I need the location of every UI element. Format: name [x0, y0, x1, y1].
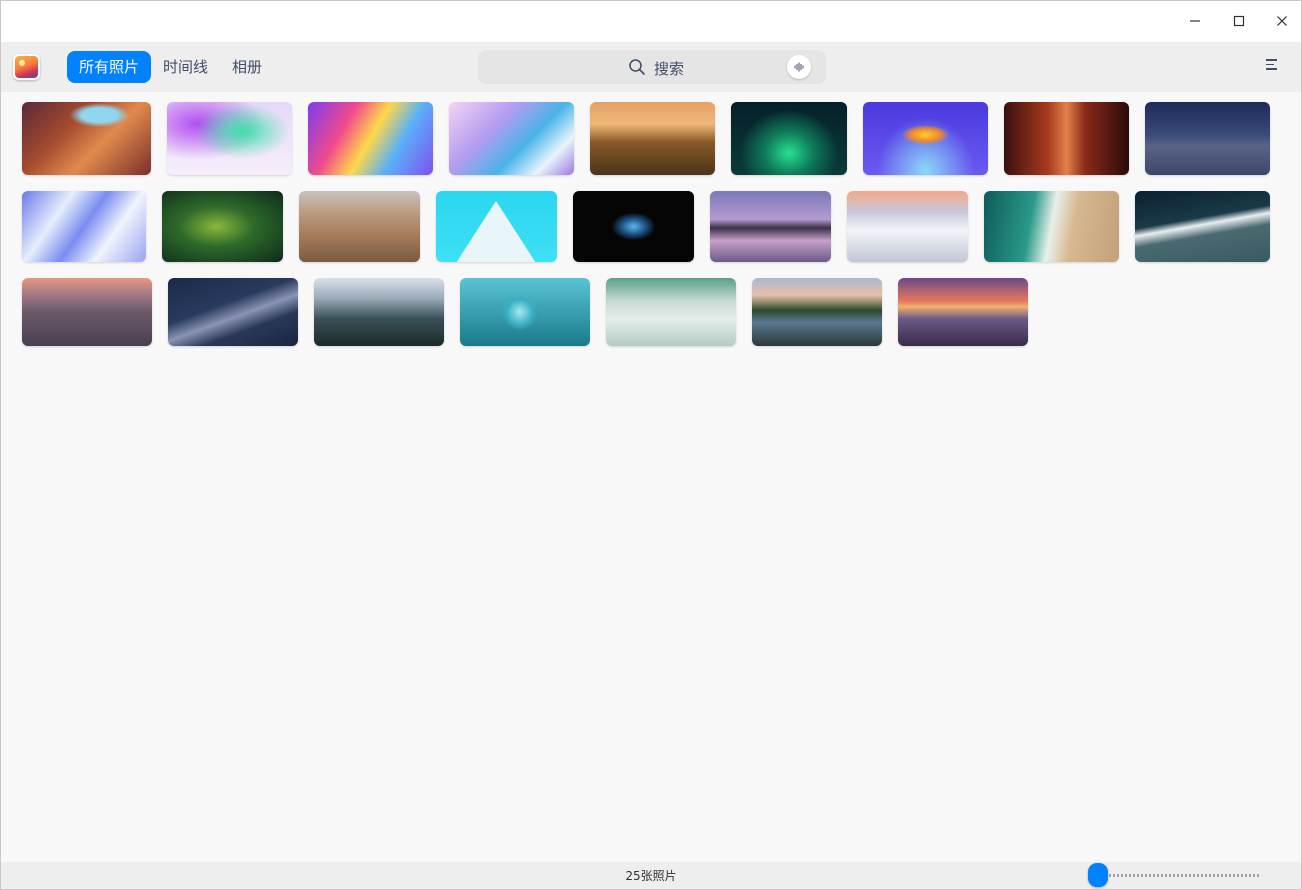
photo-thumbnail[interactable]	[710, 191, 831, 262]
photo-thumbnail[interactable]	[731, 102, 847, 175]
photo-thumbnail[interactable]	[22, 278, 152, 346]
tab-all-photos[interactable]: 所有照片	[67, 51, 152, 83]
close-icon	[1277, 16, 1287, 26]
minimize-button[interactable]	[1179, 6, 1211, 36]
photo-thumbnail[interactable]	[863, 102, 988, 175]
minimize-icon	[1190, 20, 1200, 22]
status-bar: 25张照片	[1, 862, 1301, 889]
voice-input-icon	[794, 62, 804, 72]
photo-thumbnail[interactable]	[22, 191, 146, 262]
voice-input-button[interactable]	[787, 55, 811, 79]
photo-thumbnail[interactable]	[167, 102, 292, 175]
photo-thumbnail[interactable]	[436, 191, 557, 262]
photo-thumbnail[interactable]	[847, 191, 968, 262]
photo-thumbnail[interactable]	[460, 278, 590, 346]
zoom-slider-track[interactable]	[1101, 874, 1259, 877]
photo-thumbnail[interactable]	[162, 191, 283, 262]
photo-thumbnail[interactable]	[168, 278, 298, 346]
title-bar	[1, 1, 1301, 42]
photo-thumbnail[interactable]	[299, 191, 420, 262]
tab-timeline[interactable]: 时间线	[151, 51, 220, 83]
photo-thumbnail[interactable]	[898, 278, 1028, 346]
photo-thumbnail[interactable]	[314, 278, 444, 346]
photo-thumbnail[interactable]	[606, 278, 736, 346]
menu-button[interactable]	[1266, 59, 1282, 75]
maximize-icon	[1233, 15, 1245, 27]
toolbar: 所有照片 时间线 相册 搜索	[1, 42, 1301, 92]
photo-thumbnail[interactable]	[752, 278, 882, 346]
photo-grid	[1, 92, 1301, 862]
photo-thumbnail[interactable]	[590, 102, 715, 175]
search-icon	[629, 59, 645, 75]
photo-thumbnail[interactable]	[573, 191, 694, 262]
menu-icon	[1266, 59, 1282, 70]
tab-albums[interactable]: 相册	[220, 51, 274, 83]
photo-thumbnail[interactable]	[308, 102, 433, 175]
photo-app-icon	[13, 54, 40, 80]
maximize-button[interactable]	[1223, 6, 1255, 36]
close-button[interactable]	[1266, 6, 1298, 36]
photo-thumbnail[interactable]	[1135, 191, 1270, 262]
search-input[interactable]: 搜索	[478, 50, 826, 84]
photo-thumbnail[interactable]	[984, 191, 1119, 262]
photo-thumbnail[interactable]	[1004, 102, 1129, 175]
photo-thumbnail[interactable]	[449, 102, 574, 175]
photo-thumbnail[interactable]	[1145, 102, 1270, 175]
zoom-slider-handle[interactable]	[1088, 863, 1108, 887]
photo-thumbnail[interactable]	[22, 102, 151, 175]
search-placeholder: 搜索	[654, 60, 685, 78]
app-window: 所有照片 时间线 相册 搜索 25张照片	[0, 0, 1302, 890]
